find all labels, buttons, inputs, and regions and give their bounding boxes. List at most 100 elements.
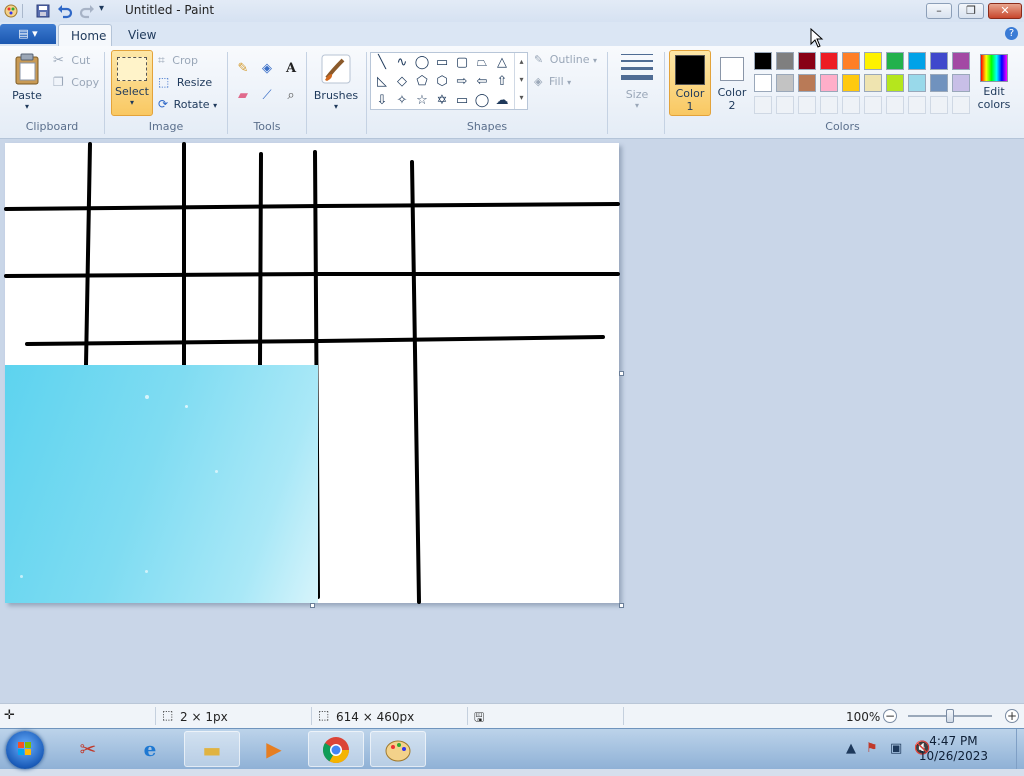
taskbar-paint[interactable]	[370, 731, 426, 767]
triangle-shape-icon[interactable]: △	[492, 53, 512, 72]
customize-qat-icon[interactable]: ▾	[99, 3, 115, 19]
pencil-icon[interactable]: ✎	[233, 59, 253, 79]
magnifier-icon[interactable]: ⌕	[281, 86, 301, 106]
outline-button[interactable]: ✎ Outline ▾	[534, 53, 597, 66]
edit-colors-button[interactable]: Edit colors	[975, 50, 1013, 116]
canvas-resize-handle-corner[interactable]	[619, 603, 624, 608]
oval-shape-icon[interactable]: ◯	[412, 53, 432, 72]
pentagon-shape-icon[interactable]: ⬠	[412, 72, 432, 91]
custom-color-slot[interactable]	[798, 96, 816, 114]
palette-swatch[interactable]	[864, 52, 882, 70]
custom-color-slot[interactable]	[952, 96, 970, 114]
close-button[interactable]: ✕	[988, 3, 1022, 19]
palette-swatch[interactable]	[798, 74, 816, 92]
zoom-slider-thumb[interactable]	[946, 709, 954, 723]
cut-button[interactable]: ✂ Cut	[53, 53, 90, 68]
palette-swatch[interactable]	[886, 74, 904, 92]
line-shape-icon[interactable]: ╲	[372, 53, 392, 72]
palette-swatch[interactable]	[864, 74, 882, 92]
select-button[interactable]: Select ▾	[111, 50, 153, 116]
polygon-shape-icon[interactable]: ⏢	[472, 53, 492, 72]
show-hidden-icons-icon[interactable]: ▲	[846, 741, 856, 756]
hexagon-shape-icon[interactable]: ⬡	[432, 72, 452, 91]
rectangle-shape-icon[interactable]: ▭	[432, 53, 452, 72]
shapes-scroll[interactable]: ▴ ▾ ▾	[514, 53, 528, 109]
palette-swatch[interactable]	[930, 74, 948, 92]
custom-color-slot[interactable]	[930, 96, 948, 114]
palette-swatch[interactable]	[952, 52, 970, 70]
left-arrow-shape-icon[interactable]: ⇦	[472, 72, 492, 91]
canvas-resize-handle-right[interactable]	[619, 371, 624, 376]
palette-swatch[interactable]	[842, 52, 860, 70]
network-icon[interactable]: ▣	[890, 741, 902, 756]
color2-button[interactable]: Color 2	[712, 50, 752, 116]
custom-color-slot[interactable]	[886, 96, 904, 114]
canvas-resize-handle-bottom[interactable]	[310, 603, 315, 608]
taskbar-internet-explorer[interactable]: e	[122, 731, 178, 767]
palette-swatch[interactable]	[908, 74, 926, 92]
color-picker-icon[interactable]: ⟋	[257, 86, 277, 106]
rounded-rectangle-shape-icon[interactable]: ▢	[452, 53, 472, 72]
maximize-button[interactable]: ❐	[958, 3, 984, 19]
pasted-image-selection[interactable]	[5, 365, 318, 603]
copy-button[interactable]: ❐ Copy	[53, 75, 99, 89]
start-button[interactable]	[6, 731, 44, 769]
resize-button[interactable]: ⬚ Resize	[158, 75, 212, 89]
brushes-button[interactable]: Brushes ▾	[311, 50, 361, 116]
palette-swatch[interactable]	[776, 74, 794, 92]
oval-callout-shape-icon[interactable]: ◯	[472, 91, 492, 110]
palette-swatch[interactable]	[776, 52, 794, 70]
shapes-gallery[interactable]: ╲ ∿ ◯ ▭ ▢ ⏢ △ ◺ ◇ ⬠ ⬡ ⇨ ⇦ ⇧ ⇩ ✧ ☆ ✡ ▭ ◯ …	[370, 52, 528, 110]
custom-color-slot[interactable]	[864, 96, 882, 114]
palette-swatch[interactable]	[754, 74, 772, 92]
eraser-icon[interactable]: ▰	[233, 86, 253, 106]
custom-color-slot[interactable]	[754, 96, 772, 114]
palette-swatch[interactable]	[798, 52, 816, 70]
four-point-star-shape-icon[interactable]: ✧	[392, 91, 412, 110]
color1-button[interactable]: Color 1	[669, 50, 711, 116]
diamond-shape-icon[interactable]: ◇	[392, 72, 412, 91]
rounded-callout-shape-icon[interactable]: ▭	[452, 91, 472, 110]
text-icon[interactable]: A	[281, 59, 301, 79]
five-point-star-shape-icon[interactable]: ☆	[412, 91, 432, 110]
paste-button[interactable]: Paste ▾	[6, 50, 48, 116]
six-point-star-shape-icon[interactable]: ✡	[432, 91, 452, 110]
cloud-callout-shape-icon[interactable]: ☁	[492, 91, 512, 110]
palette-swatch[interactable]	[952, 74, 970, 92]
minimize-button[interactable]: –	[926, 3, 952, 19]
palette-swatch[interactable]	[908, 52, 926, 70]
fill-button[interactable]: ◈ Fill ▾	[534, 75, 571, 88]
zoom-out-button[interactable]: −	[883, 709, 897, 723]
help-icon[interactable]: ?	[1005, 27, 1018, 40]
taskbar-chrome[interactable]	[308, 731, 364, 767]
down-arrow-shape-icon[interactable]: ⇩	[372, 91, 392, 110]
palette-swatch[interactable]	[820, 74, 838, 92]
right-arrow-shape-icon[interactable]: ⇨	[452, 72, 472, 91]
palette-swatch[interactable]	[820, 52, 838, 70]
up-arrow-shape-icon[interactable]: ⇧	[492, 72, 512, 91]
action-center-icon[interactable]: ⚑	[866, 741, 878, 756]
paint-menu-button[interactable]: ▤ ▾	[0, 24, 56, 44]
right-triangle-shape-icon[interactable]: ◺	[372, 72, 392, 91]
taskbar-snipping-tool[interactable]: ✂	[60, 731, 116, 767]
size-button[interactable]: Size ▾	[614, 50, 660, 116]
fill-bucket-icon[interactable]: ◈	[257, 59, 277, 79]
taskbar-file-explorer[interactable]: ▬	[184, 731, 240, 767]
palette-swatch[interactable]	[754, 52, 772, 70]
crop-button[interactable]: ⌗ Crop	[158, 53, 198, 68]
tab-view[interactable]: View	[116, 24, 166, 46]
tab-home[interactable]: Home	[58, 24, 112, 46]
palette-swatch[interactable]	[842, 74, 860, 92]
redo-icon[interactable]	[79, 3, 95, 19]
undo-icon[interactable]	[57, 3, 73, 19]
palette-swatch[interactable]	[930, 52, 948, 70]
show-desktop-button[interactable]	[1016, 729, 1024, 769]
custom-color-slot[interactable]	[908, 96, 926, 114]
custom-color-slot[interactable]	[842, 96, 860, 114]
custom-color-slot[interactable]	[820, 96, 838, 114]
rotate-button[interactable]: ⟳ Rotate ▾	[158, 97, 217, 111]
palette-swatch[interactable]	[886, 52, 904, 70]
curve-shape-icon[interactable]: ∿	[392, 53, 412, 72]
taskbar-clock[interactable]: 4:47 PM 10/26/2023	[919, 734, 988, 764]
zoom-in-button[interactable]: +	[1005, 709, 1019, 723]
